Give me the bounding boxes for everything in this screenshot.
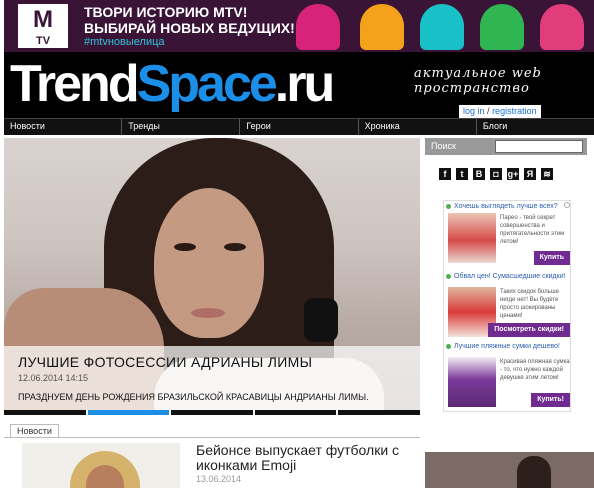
ad-text: Таких скидок больше нигде нет! Вы будете… (500, 289, 559, 319)
ad-title[interactable]: Лучшие пляжные сумки дешево! (454, 343, 566, 351)
hero-description: ПРАЗДНУЕМ ДЕНЬ РОЖДЕНИЯ БРАЗИЛЬСКОЙ КРАС… (18, 392, 369, 402)
slider-dot[interactable] (4, 410, 86, 415)
tab-news[interactable]: Новости (10, 424, 59, 438)
ad-title[interactable]: Хочешь выглядеть лучше всех? (454, 203, 566, 211)
yandex-icon[interactable]: Я (524, 168, 536, 180)
vk-icon[interactable]: В (473, 168, 485, 180)
ad-image[interactable] (448, 357, 496, 407)
ad-text: Красивая пляжная сумка - то, что нужно к… (500, 359, 570, 381)
ad-bullet-icon (446, 274, 451, 279)
nav-item-chronicle[interactable]: Хроника (357, 119, 476, 135)
search-input[interactable] (495, 140, 583, 153)
ad-buy-button[interactable]: Купить (533, 251, 570, 265)
nav-item-news[interactable]: Новости (4, 119, 121, 135)
hero-photo-headphones (304, 298, 338, 342)
banner-face-illustration (540, 4, 584, 50)
hero-caption: ЛУЧШИЕ ФОТОСЕССИИ АДРИАНЫ ЛИМЫ 12.06.201… (4, 346, 420, 410)
banner-headline-1: ТВОРИ ИСТОРИЮ MTV! (84, 4, 248, 20)
site-logo[interactable]: TrendSpace.ru (10, 54, 335, 114)
ad-item[interactable]: Обвал цен! Сумасшедшие скидки! Таких ски… (444, 271, 572, 341)
news-title[interactable]: Бейонсе выпускает футболки с иконками Em… (196, 443, 411, 473)
slider-dot[interactable] (171, 410, 253, 415)
news-divider (4, 437, 420, 438)
slider-dot[interactable] (254, 410, 337, 415)
search-label: Поиск (431, 141, 456, 151)
nav-item-blogs[interactable]: Блоги (475, 119, 594, 135)
social-links: f t В ◘ g+ Я ≋ (439, 168, 553, 180)
ad-discount-button[interactable]: Посмотреть скидки! (488, 323, 570, 337)
hero-title[interactable]: ЛУЧШИЕ ФОТОСЕССИИ АДРИАНЫ ЛИМЫ (18, 354, 312, 370)
sidebar: Поиск f t В ◘ g+ Я ≋ Хочешь выглядеть лу… (425, 138, 594, 488)
slider-dot-active[interactable] (87, 410, 170, 415)
banner-face-illustration (360, 4, 404, 50)
slider-indicators (4, 410, 420, 415)
instagram-icon[interactable]: ◘ (490, 168, 502, 180)
hero-slide[interactable]: ЛУЧШИЕ ФОТОСЕССИИ АДРИАНЫ ЛИМЫ 12.06.201… (4, 138, 420, 410)
news-date: 13.06.2014 (196, 474, 242, 484)
ad-text: Парео - твой секрет совершенства и притя… (500, 215, 565, 245)
login-link[interactable]: log in (463, 106, 485, 116)
ad-buy-button[interactable]: Купить! (531, 393, 570, 407)
nav-item-trends[interactable]: Тренды (121, 119, 239, 135)
ad-item[interactable]: Хочешь выглядеть лучше всех? Парео - тво… (444, 201, 572, 271)
site-tagline: актуальное web пространство (414, 66, 542, 96)
ad-title[interactable]: Обвал цен! Сумасшедшие скидки! (454, 273, 566, 281)
nav-item-heroes[interactable]: Герои (239, 119, 357, 135)
banner-face-illustration (480, 4, 524, 50)
register-link[interactable]: registration (492, 106, 537, 116)
sidebar-promo-image[interactable] (425, 452, 594, 488)
slider-dot[interactable] (338, 410, 420, 415)
ad-image[interactable] (448, 213, 496, 263)
ad-bullet-icon (446, 204, 451, 209)
banner-headline-2: ВЫБИРАЙ НОВЫХ ВЕДУЩИХ! (84, 20, 295, 36)
sidebar-promo-figure (517, 456, 551, 488)
banner-face-illustration (420, 4, 464, 50)
banner-face-illustration (296, 4, 340, 50)
google-plus-icon[interactable]: g+ (507, 168, 519, 180)
twitter-icon[interactable]: t (456, 168, 468, 180)
mtv-ad-banner[interactable]: M TV ТВОРИ ИСТОРИЮ MTV! ВЫБИРАЙ НОВЫХ ВЕ… (4, 0, 594, 52)
hero-photo-eye (224, 243, 246, 251)
hero-photo-lips (191, 308, 225, 318)
auth-separator: / (487, 106, 490, 116)
search-bar: Поиск (425, 138, 587, 155)
facebook-icon[interactable]: f (439, 168, 451, 180)
site-header: TrendSpace.ru актуальное web пространств… (4, 52, 594, 118)
main-nav: Новости Тренды Герои Хроника Блоги (4, 118, 594, 135)
hero-photo-eye (174, 243, 196, 251)
news-thumbnail[interactable] (22, 443, 180, 488)
hero-date: 12.06.2014 14:15 (18, 373, 89, 383)
ad-bullet-icon (446, 344, 451, 349)
auth-links: log in / registration (459, 105, 541, 118)
mtv-logo: M TV (18, 4, 68, 48)
rss-icon[interactable]: ≋ (541, 168, 553, 180)
ad-item[interactable]: Лучшие пляжные сумки дешево! Красивая пл… (444, 341, 572, 411)
ad-block: Хочешь выглядеть лучше всех? Парео - тво… (443, 200, 571, 412)
banner-hashtag: #mtvновыелица (84, 36, 165, 48)
